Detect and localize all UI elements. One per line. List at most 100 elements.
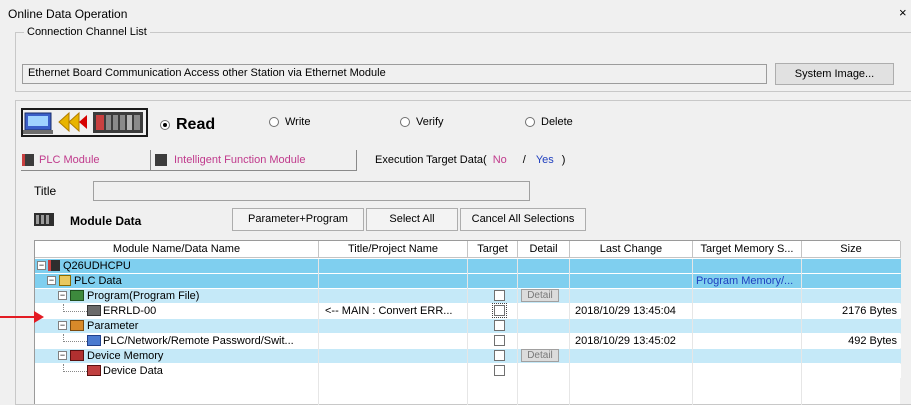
system-image-button[interactable]: System Image...	[775, 63, 894, 85]
connection-channel-value: Ethernet Board Communication Access othe…	[22, 64, 767, 84]
row-name: Device Data	[103, 364, 319, 378]
write-radio-label: Write	[285, 116, 311, 128]
column-divider	[801, 259, 802, 405]
table-row[interactable]: ERRLD-00 <-- MAIN : Convert ERR... 2018/…	[35, 303, 901, 318]
column-header-size[interactable]: Size	[802, 241, 901, 257]
read-operation-icon	[21, 108, 148, 137]
table-row[interactable]: Device Data	[35, 364, 901, 378]
exec-target-slash: /	[522, 153, 526, 166]
module-data-grid: Module Name/Data Name Title/Project Name…	[34, 240, 901, 405]
tree-line	[63, 341, 87, 342]
row-memory: Program Memory/...	[696, 274, 802, 288]
plc-module-icon	[22, 153, 34, 166]
column-header-target[interactable]: Target	[468, 241, 518, 257]
table-row[interactable]: − Parameter	[35, 319, 901, 333]
row-name: PLC/Network/Remote Password/Swit...	[103, 334, 319, 348]
collapse-icon[interactable]: −	[47, 276, 56, 285]
row-name: PLC Data	[74, 274, 319, 288]
device-memory-icon	[70, 350, 84, 361]
title-input[interactable]	[93, 181, 530, 201]
row-last-change: 2018/10/29 13:45:02	[575, 334, 693, 348]
online-data-operation-window: Online Data Operation × Connection Chann…	[0, 0, 911, 405]
row-name: Q26UDHCPU	[63, 259, 319, 273]
connection-channel-label: Connection Channel List	[24, 26, 150, 38]
program-file-icon	[70, 290, 84, 301]
row-last-change: 2018/10/29 13:45:04	[575, 304, 693, 318]
verify-radio-dot	[400, 117, 410, 127]
row-name: Device Memory	[87, 349, 319, 363]
target-checkbox[interactable]	[494, 365, 505, 376]
column-divider	[569, 259, 570, 405]
exec-target-no: No	[492, 153, 507, 166]
folder-icon	[59, 275, 71, 286]
read-radio[interactable]: Read	[160, 116, 215, 134]
module-data-label: Module Data	[70, 214, 142, 228]
detail-button[interactable]: Detail	[521, 349, 559, 362]
parameter-program-button[interactable]: Parameter+Program	[232, 208, 364, 231]
tree-line	[63, 371, 87, 372]
tab-separator	[150, 150, 151, 170]
tab-plc-module[interactable]: PLC Module	[22, 149, 100, 170]
read-radio-label: Read	[176, 116, 216, 133]
cpu-icon	[48, 260, 60, 271]
table-row[interactable]: PLC/Network/Remote Password/Swit... 2018…	[35, 334, 901, 348]
ladder-program-icon	[87, 305, 101, 316]
detail-button[interactable]: Detail	[521, 289, 559, 302]
target-checkbox[interactable]	[494, 350, 505, 361]
module-data-icon	[34, 213, 54, 226]
collapse-icon[interactable]: −	[58, 351, 67, 360]
tab-plc-module-label: PLC Module	[39, 153, 100, 166]
execution-target-data: Execution Target Data( No / Yes )	[375, 149, 565, 170]
column-header-module-name[interactable]: Module Name/Data Name	[35, 241, 319, 257]
delete-radio-dot	[525, 117, 535, 127]
table-row[interactable]: − PLC Data Program Memory/...	[35, 274, 901, 288]
parameter-icon	[70, 320, 84, 331]
delete-radio-label: Delete	[541, 116, 573, 128]
intelligent-module-icon	[155, 153, 167, 166]
column-header-title[interactable]: Title/Project Name	[319, 241, 468, 257]
tab-underline	[21, 170, 357, 171]
annotation-arrow-line	[0, 316, 34, 318]
row-name: Program(Program File)	[87, 289, 319, 303]
column-divider	[692, 259, 693, 405]
exec-target-label: Execution Target Data(	[375, 153, 487, 166]
row-name: ERRLD-00	[103, 304, 319, 318]
collapse-icon[interactable]: −	[58, 321, 67, 330]
target-checkbox[interactable]	[494, 320, 505, 331]
cancel-all-selections-button[interactable]: Cancel All Selections	[460, 208, 586, 231]
column-divider	[467, 259, 468, 405]
column-header-memory[interactable]: Target Memory S...	[693, 241, 802, 257]
table-row[interactable]: − Q26UDHCPU	[35, 259, 901, 273]
table-row[interactable]: − Device Memory Detail	[35, 349, 901, 363]
write-radio-dot	[269, 117, 279, 127]
row-title: <-- MAIN : Convert ERR...	[325, 304, 468, 318]
tab-intelligent-function-module[interactable]: Intelligent Function Module	[155, 149, 305, 170]
tab-intelligent-label: Intelligent Function Module	[174, 153, 306, 166]
column-divider	[318, 259, 319, 405]
read-radio-dot	[160, 120, 170, 130]
exec-target-yes: Yes	[535, 153, 554, 166]
title-label: Title	[34, 184, 57, 198]
tree-line	[63, 311, 87, 312]
annotation-arrow-icon	[34, 311, 44, 323]
row-name: Parameter	[87, 319, 319, 333]
tab-separator	[356, 150, 357, 170]
column-header-last-change[interactable]: Last Change	[570, 241, 693, 257]
delete-radio[interactable]: Delete	[525, 116, 573, 128]
collapse-icon[interactable]: −	[58, 291, 67, 300]
row-size: 2176 Bytes	[802, 304, 898, 318]
target-checkbox[interactable]	[494, 335, 505, 346]
network-parameter-icon	[87, 335, 101, 346]
grid-header-row: Module Name/Data Name Title/Project Name…	[35, 241, 901, 258]
target-checkbox[interactable]	[492, 303, 507, 318]
row-size: 492 Bytes	[802, 334, 898, 348]
verify-radio[interactable]: Verify	[400, 116, 444, 128]
target-checkbox[interactable]	[494, 290, 505, 301]
write-radio[interactable]: Write	[269, 116, 310, 128]
column-header-detail[interactable]: Detail	[518, 241, 570, 257]
table-row[interactable]: − Program(Program File) Detail	[35, 289, 901, 303]
close-icon[interactable]: ×	[899, 5, 911, 20]
collapse-icon[interactable]: −	[37, 261, 46, 270]
select-all-button[interactable]: Select All	[366, 208, 458, 231]
window-title: Online Data Operation	[8, 7, 128, 21]
